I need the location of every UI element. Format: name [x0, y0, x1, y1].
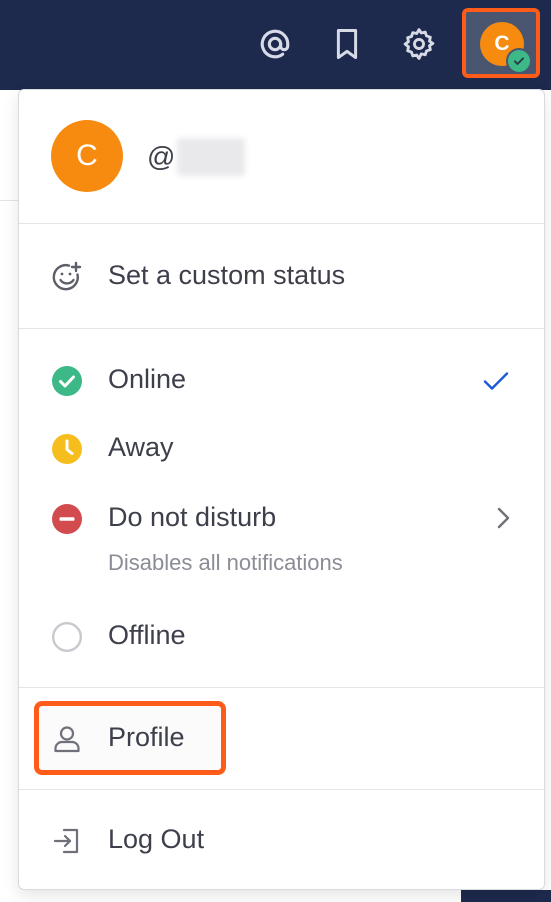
status-online-label: Online — [108, 364, 187, 394]
status-offline-item[interactable]: Offline — [19, 606, 544, 666]
status-dnd-item[interactable]: Do not disturb Disables all notification… — [19, 488, 544, 588]
smile-plus-icon — [51, 261, 83, 293]
redacted-username — [177, 138, 246, 176]
username: @ — [147, 138, 246, 176]
online-status-icon — [506, 48, 532, 74]
online-check-icon — [51, 365, 83, 397]
status-online-item[interactable]: Online — [19, 350, 544, 410]
empty-circle-icon — [51, 621, 83, 653]
background-panel — [461, 890, 551, 902]
gear-icon[interactable] — [397, 22, 441, 66]
top-header-bar: C — [0, 0, 551, 90]
clock-icon — [51, 433, 83, 465]
set-custom-status-label: Set a custom status — [108, 260, 346, 290]
divider — [0, 200, 20, 201]
status-dnd-sublabel: Disables all notifications — [108, 550, 343, 575]
profile-label: Profile — [108, 722, 185, 752]
username-handle-prefix: @ — [147, 141, 176, 172]
minus-circle-icon — [51, 503, 83, 535]
menu-divider — [19, 328, 544, 329]
logout-item[interactable]: Log Out — [19, 810, 544, 870]
logout-label: Log Out — [108, 824, 205, 854]
selected-check-icon — [481, 366, 511, 396]
set-custom-status-item[interactable]: Set a custom status — [19, 246, 544, 306]
menu-divider — [19, 789, 544, 790]
account-menu-button[interactable]: C — [462, 8, 540, 78]
avatar: C — [51, 120, 123, 192]
menu-user-header: C @ — [19, 90, 544, 224]
bookmark-icon[interactable] — [325, 22, 369, 66]
menu-divider — [19, 687, 544, 688]
status-offline-label: Offline — [108, 620, 186, 650]
logout-icon — [51, 825, 83, 857]
profile-item[interactable]: Profile — [19, 708, 544, 768]
chevron-right-icon — [491, 503, 515, 533]
status-dnd-label: Do not disturb — [108, 502, 277, 532]
status-away-label: Away — [108, 432, 174, 462]
user-icon — [51, 723, 83, 755]
account-dropdown-menu: C @ Set a custom status Online Away Do n… — [18, 89, 545, 890]
at-sign-icon[interactable] — [253, 22, 297, 66]
status-away-item[interactable]: Away — [19, 418, 544, 478]
